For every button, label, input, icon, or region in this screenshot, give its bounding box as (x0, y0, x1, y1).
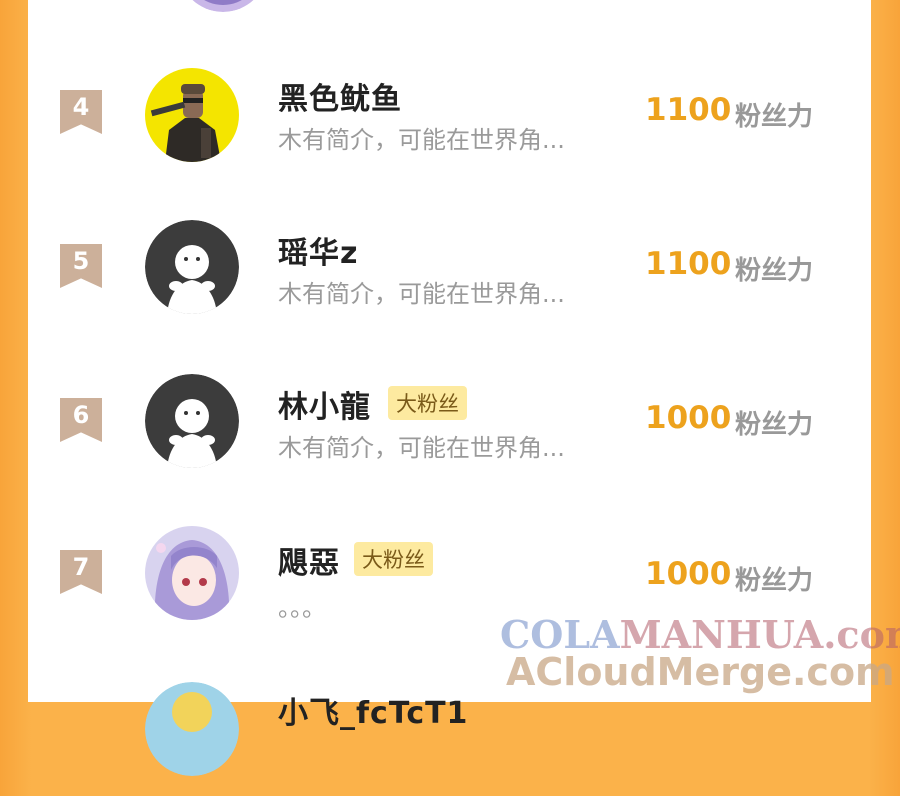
user-name[interactable]: 瑶华z (278, 228, 358, 272)
list-item[interactable]: 小飞_fcTcT1 (28, 676, 871, 796)
user-intro: 木有简介，可能在世界角... (278, 126, 565, 154)
user-name[interactable]: 飓惡 (278, 538, 340, 582)
avatar[interactable] (145, 526, 239, 620)
avatar[interactable] (145, 68, 239, 162)
user-intro: 木有简介，可能在世界角... (278, 434, 565, 462)
user-name[interactable]: 黑色鱿鱼 (278, 74, 402, 118)
avatar[interactable] (145, 220, 239, 314)
rank-ribbon: 4 (60, 90, 102, 134)
user-name[interactable]: 小飞_fcTcT1 (278, 688, 468, 732)
fan-power-unit: 粉丝力 (735, 102, 814, 132)
rank-ribbon: 5 (60, 244, 102, 288)
list-item[interactable]: 6 林小龍 大粉丝 木有简介，可能在世界角... 1000 粉丝力 (28, 370, 871, 490)
default-avatar-icon (145, 374, 239, 468)
rank-ribbon: 7 (60, 550, 102, 594)
avatar-icon (145, 682, 239, 776)
avatar[interactable] (145, 374, 239, 468)
cyberpunk-character-avatar-icon (145, 68, 239, 162)
list-item[interactable]: 4 黑色鱿鱼 木有简介，可能在世界角... 1100 粉丝力 (28, 62, 871, 182)
list-item[interactable]: 5 瑶华z 木有简介，可能在世界角... 1100 粉丝力 (28, 216, 871, 336)
fan-power-unit: 粉丝力 (735, 566, 814, 596)
avatar[interactable] (178, 0, 268, 12)
fan-power-unit: 粉丝力 (735, 256, 814, 286)
leaderboard-panel: 4 黑色鱿鱼 木有简介，可能在世界角... 1100 粉丝力 5 瑶华z 木有简… (28, 0, 871, 776)
watermark-acloudmerge: ACloudMerge.com (506, 650, 895, 694)
fan-level-badge: 大粉丝 (354, 542, 433, 576)
fan-power-score: 1000 (645, 400, 732, 436)
fan-power-score: 1100 (645, 246, 732, 282)
user-intro: 木有简介，可能在世界角... (278, 280, 565, 308)
default-avatar-icon (145, 220, 239, 314)
fan-power-score: 1000 (645, 556, 732, 592)
rank-ribbon: 6 (60, 398, 102, 442)
anime-girl-avatar-icon (145, 526, 239, 620)
fan-power-unit: 粉丝力 (735, 410, 814, 440)
fan-power-score: 1100 (645, 92, 732, 128)
user-intro: 。。。 (278, 594, 326, 622)
user-name[interactable]: 林小龍 (278, 382, 371, 426)
avatar[interactable] (145, 682, 239, 776)
fan-level-badge: 大粉丝 (388, 386, 467, 420)
